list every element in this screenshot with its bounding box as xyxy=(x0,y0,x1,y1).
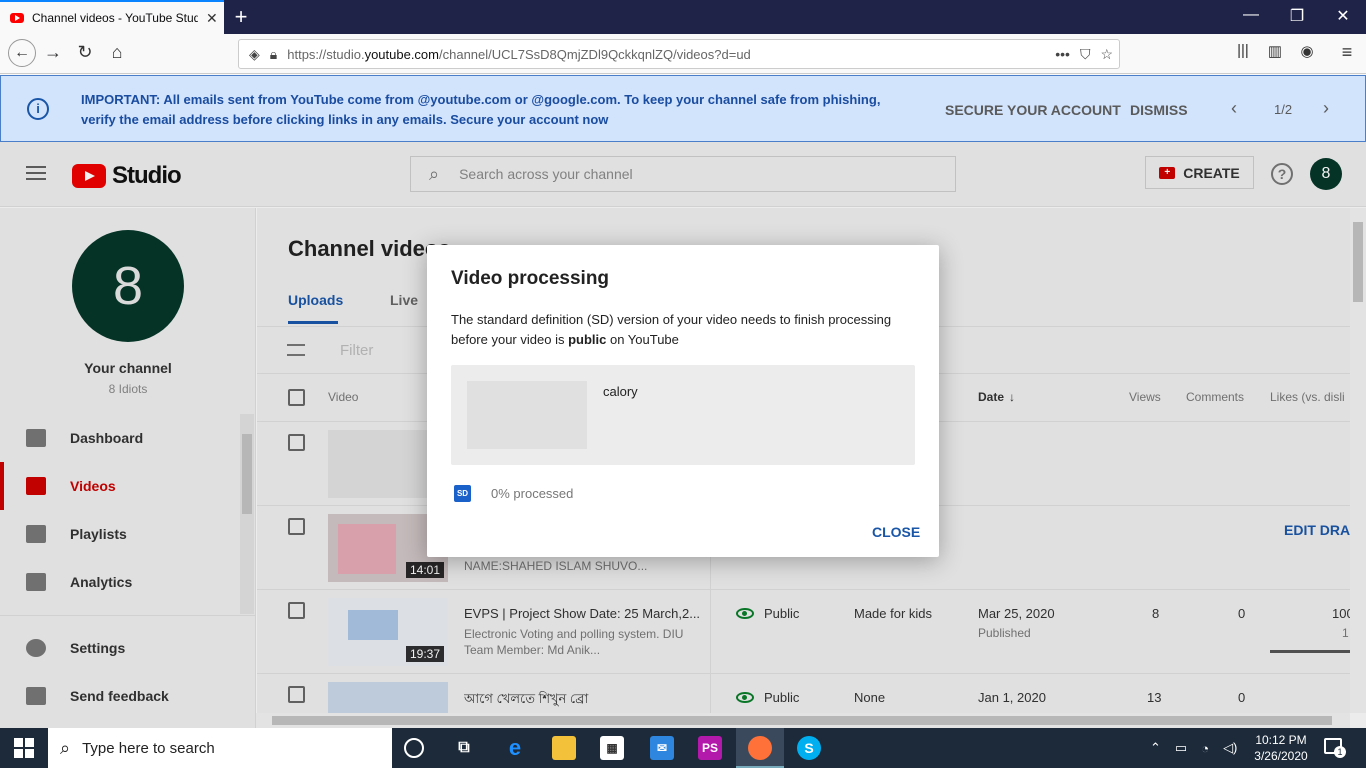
page-actions-icon[interactable]: ••• xyxy=(1055,46,1070,62)
sidebar-toggle-icon[interactable]: ▥ xyxy=(1262,42,1288,60)
shield-icon[interactable]: ◈ xyxy=(249,46,260,63)
browser-titlebar: Channel videos - YouTube Studio ✕ + — ❐ … xyxy=(0,0,1366,34)
new-tab-icon[interactable]: + xyxy=(230,4,252,30)
firefox-icon xyxy=(748,736,772,760)
secure-account-button[interactable]: SECURE YOUR ACCOUNT xyxy=(945,102,1121,118)
close-button[interactable]: CLOSE xyxy=(872,524,920,540)
skype-icon[interactable]: S xyxy=(797,736,821,760)
banner-message: IMPORTANT: All emails sent from YouTube … xyxy=(81,92,881,127)
close-tab-icon[interactable]: ✕ xyxy=(206,10,218,27)
home-icon[interactable]: ⌂ xyxy=(104,42,130,63)
close-window-icon[interactable]: ✕ xyxy=(1320,6,1366,26)
system-tray: ⌃ ▭ ◔ ◁) xyxy=(1150,728,1237,768)
video-card: calory xyxy=(451,365,915,465)
youtube-favicon-icon xyxy=(10,13,24,23)
chevron-up-icon[interactable]: ⌃ xyxy=(1150,740,1161,756)
tab-title: Channel videos - YouTube Studio xyxy=(32,11,198,25)
task-view-icon[interactable]: ⧉ xyxy=(452,736,476,760)
url-text[interactable]: https://studio.youtube.com/channel/UCL7S… xyxy=(287,47,1045,62)
browser-tab[interactable]: Channel videos - YouTube Studio ✕ xyxy=(0,0,224,34)
info-icon: i xyxy=(27,98,49,120)
taskbar-search-input[interactable]: ⌕ Type here to search xyxy=(48,728,392,768)
reload-icon[interactable]: ↻ xyxy=(72,42,98,63)
notification-count: 1 xyxy=(1334,746,1346,758)
browser-navbar: ← → ↻ ⌂ ◈ 🔒︎ https://studio.youtube.com/… xyxy=(0,34,1366,74)
dialog-title: Video processing xyxy=(451,268,610,289)
volume-icon[interactable]: ◁) xyxy=(1223,740,1237,756)
phpstorm-icon[interactable]: PS xyxy=(698,736,722,760)
forward-icon[interactable]: → xyxy=(40,42,66,63)
restore-icon[interactable]: ❐ xyxy=(1274,6,1320,26)
video-processing-dialog: Video processing The standard definition… xyxy=(427,245,939,557)
windows-start-icon[interactable] xyxy=(14,738,34,758)
windows-taskbar: ⌕ Type here to search ⧉ e ▦ ✉ PS S ⌃ ▭ ◔… xyxy=(0,728,1366,768)
phishing-warning-banner: i IMPORTANT: All emails sent from YouTub… xyxy=(0,75,1366,142)
wifi-icon[interactable]: ◔ xyxy=(1201,741,1209,756)
prev-icon[interactable]: ‹ xyxy=(1231,98,1237,119)
edge-icon[interactable]: e xyxy=(503,736,527,760)
banner-pager: 1/2 xyxy=(1274,102,1293,117)
store-icon[interactable]: ▦ xyxy=(600,736,624,760)
next-icon[interactable]: › xyxy=(1323,98,1329,119)
file-explorer-icon[interactable] xyxy=(552,736,576,760)
account-icon[interactable]: ◉ xyxy=(1294,42,1320,60)
video-thumbnail xyxy=(467,381,587,449)
mail-icon[interactable]: ✉ xyxy=(650,736,674,760)
taskbar-clock[interactable]: 10:12 PM 3/26/2020 xyxy=(1245,732,1317,764)
minimize-icon[interactable]: — xyxy=(1228,6,1274,24)
lock-icon[interactable]: 🔒︎ xyxy=(270,46,277,63)
dialog-message: The standard definition (SD) version of … xyxy=(451,312,892,347)
bookmark-star-icon[interactable]: ☆ xyxy=(1100,46,1113,63)
notifications-icon[interactable]: 1 xyxy=(1324,738,1346,758)
firefox-taskbar-button[interactable] xyxy=(736,728,784,768)
cortana-icon[interactable] xyxy=(404,738,424,758)
pocket-icon[interactable]: ⛉ xyxy=(1080,46,1091,63)
video-name: calory xyxy=(603,384,638,399)
address-bar[interactable]: ◈ 🔒︎ https://studio.youtube.com/channel/… xyxy=(238,39,1120,69)
processing-progress: 0% processed xyxy=(491,486,574,501)
back-icon[interactable]: ← xyxy=(8,39,36,67)
search-icon: ⌕ xyxy=(60,737,71,758)
sd-badge-icon: SD xyxy=(454,485,471,502)
library-icon[interactable]: ||| xyxy=(1230,42,1256,59)
menu-icon[interactable]: ≡ xyxy=(1334,42,1360,63)
dismiss-button[interactable]: DISMISS xyxy=(1130,102,1188,118)
battery-icon[interactable]: ▭ xyxy=(1175,740,1187,756)
